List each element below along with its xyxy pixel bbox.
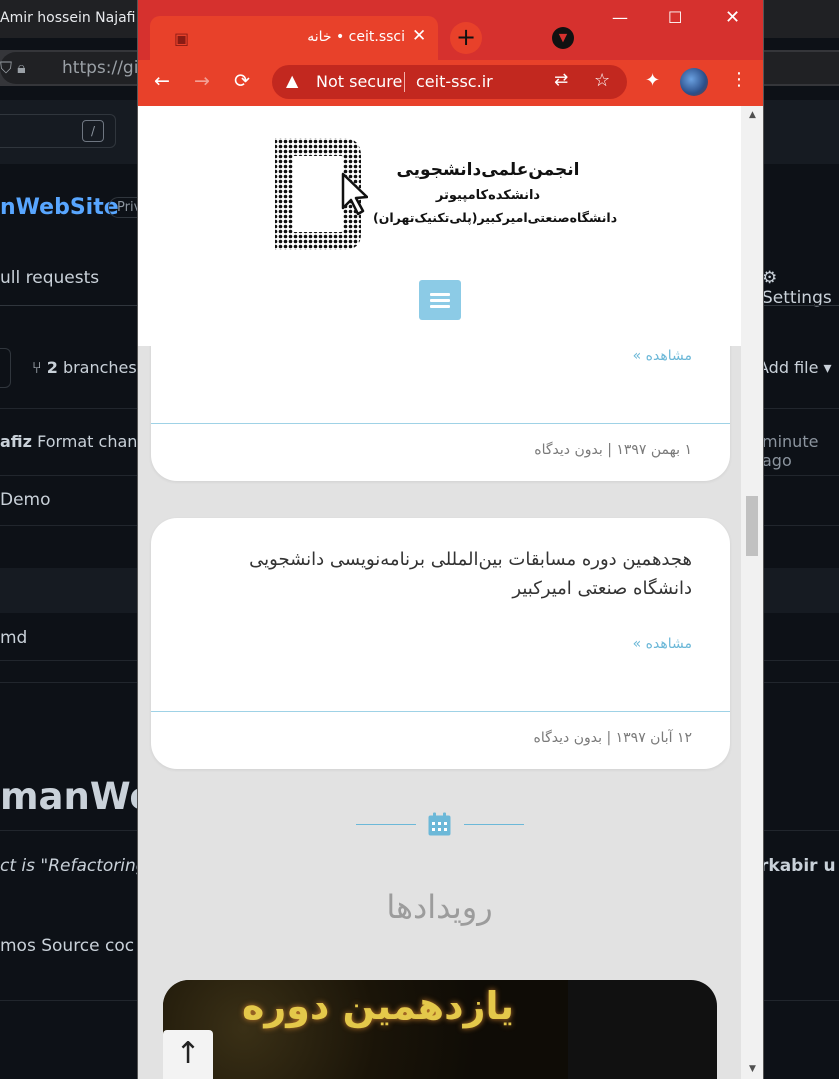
- tab-pull-requests[interactable]: ull requests: [0, 268, 99, 288]
- close-window-icon[interactable]: ✕: [725, 7, 740, 28]
- event-card[interactable]: یازدهمین دوره: [163, 980, 717, 1079]
- branches-count: 2: [46, 358, 58, 377]
- card-divider: [151, 711, 730, 712]
- url-text[interactable]: ceit-ssc.ir: [416, 72, 493, 91]
- event-image[interactable]: یازدهمین دوره: [163, 980, 568, 1079]
- warning-icon[interactable]: ▲: [286, 71, 298, 90]
- active-tab[interactable]: ▣ خانه • ceit.ssci ✕: [150, 16, 438, 60]
- hamburger-menu-button[interactable]: [419, 280, 461, 320]
- profile-avatar[interactable]: [680, 68, 708, 96]
- back-to-top-button[interactable]: ↑: [163, 1030, 213, 1079]
- scroll-up-arrow-icon[interactable]: ▲: [749, 110, 756, 120]
- file-row-md[interactable]: md: [0, 628, 27, 648]
- readme-demos: mos Source coc: [0, 936, 135, 956]
- address-bar[interactable]: ▲ Not secure ceit-ssc.ir ⇄ ☆: [272, 65, 627, 99]
- add-file-button[interactable]: Add file ▾: [758, 358, 832, 377]
- tab-settings[interactable]: ⚙ Settings: [762, 268, 839, 308]
- back-icon[interactable]: ←: [154, 70, 170, 92]
- background-tab-title[interactable]: Amir hossein Najafi z: [0, 10, 147, 26]
- maximize-icon[interactable]: ☐: [668, 8, 682, 27]
- latest-commit[interactable]: afiz Format chang: [0, 432, 148, 451]
- commit-author[interactable]: afiz: [0, 432, 32, 451]
- caret-down-icon: ▾: [823, 358, 832, 377]
- scroll-down-arrow-icon[interactable]: ▼: [749, 1064, 756, 1074]
- reload-icon[interactable]: ⟳: [234, 70, 250, 92]
- page-viewport: انجمن‌علمی‌دانشجویی دانشکده‌کامپیوتر دان…: [138, 106, 741, 1079]
- branches-label: branches: [62, 358, 137, 377]
- read-more-link[interactable]: مشاهده »: [633, 348, 692, 364]
- event-image-text: یازدهمین دوره: [241, 984, 515, 1028]
- section-divider-line: [356, 824, 416, 825]
- tab-close-icon[interactable]: ✕: [412, 26, 426, 46]
- site-header: انجمن‌علمی‌دانشجویی دانشکده‌کامپیوتر دان…: [138, 106, 741, 346]
- ssc-logo-icon[interactable]: [273, 134, 368, 254]
- branches-link[interactable]: ⑂ 2 branches: [32, 358, 137, 377]
- menu-bar-icon: [430, 293, 450, 296]
- page-scrollbar[interactable]: ▲ ▼: [741, 106, 763, 1079]
- forward-icon[interactable]: →: [194, 70, 210, 92]
- commit-time: minute ago: [762, 432, 819, 470]
- branch-icon: ⑂: [32, 358, 42, 377]
- post-card: هجدهمین دوره مسابقات بین‌المللی برنامه‌ن…: [151, 518, 730, 769]
- not-secure-label[interactable]: Not secure: [316, 72, 402, 91]
- read-more-link[interactable]: مشاهده »: [633, 636, 692, 652]
- post-title[interactable]: هجدهمین دوره مسابقات بین‌المللی برنامه‌ن…: [192, 545, 692, 603]
- logo-text-faculty: دانشکده‌کامپیوتر: [435, 188, 541, 203]
- card-divider: [151, 423, 730, 424]
- minimize-icon[interactable]: —: [612, 8, 628, 27]
- title-bar: ▣ خانه • ceit.ssci ✕ + ▼ — ☐ ✕: [138, 0, 763, 60]
- events-section-title: رویدادها: [386, 888, 493, 926]
- menu-bar-icon: [430, 299, 450, 302]
- commit-message[interactable]: Format chang: [37, 432, 148, 451]
- translate-icon[interactable]: ⇄: [554, 70, 568, 90]
- file-row-demo[interactable]: Demo: [0, 490, 51, 510]
- post-meta: ۱ بهمن ۱۳۹۷ | بدون دیدگاه: [534, 442, 692, 458]
- tab-search-icon[interactable]: ▼: [552, 27, 574, 49]
- menu-bar-icon: [430, 305, 450, 308]
- gear-icon: ⚙: [762, 268, 778, 288]
- branch-select[interactable]: [0, 348, 11, 388]
- calendar-icon: [428, 812, 451, 836]
- shield-icon: ⛉ 🔒︎: [0, 58, 26, 77]
- popup-browser-window: ▣ خانه • ceit.ssci ✕ + ▼ — ☐ ✕ ← → ⟳ ▲ N…: [137, 0, 764, 1079]
- add-file-label: Add file: [758, 358, 819, 377]
- background-url[interactable]: https://gi: [62, 58, 138, 78]
- extensions-puzzle-icon[interactable]: ✦: [645, 70, 660, 91]
- readme-description-right: rkabir u: [760, 856, 836, 876]
- search-shortcut-key: /: [82, 120, 104, 142]
- browser-toolbar: ← → ⟳ ▲ Not secure ceit-ssc.ir ⇄ ☆ ✦ ⋮: [138, 60, 763, 106]
- section-divider-line: [464, 824, 524, 825]
- tab-title: خانه • ceit.ssci: [307, 29, 405, 45]
- logo-text-university: دانشگاه‌صنعتی‌امیرکبیر(پلی‌تکنیک‌تهران): [373, 210, 618, 225]
- more-menu-icon[interactable]: ⋮: [730, 69, 748, 90]
- readme-description: ct is "Refactoring: [0, 856, 147, 876]
- new-tab-button[interactable]: +: [450, 22, 482, 54]
- bookmark-star-icon[interactable]: ☆: [594, 70, 610, 91]
- post-meta: ۱۲ آبان ۱۳۹۷ | بدون دیدگاه: [533, 730, 692, 746]
- repo-name[interactable]: nWebSite: [0, 195, 119, 220]
- logo-text-association: انجمن‌علمی‌دانشجویی: [396, 160, 580, 180]
- scrollbar-thumb[interactable]: [746, 496, 758, 556]
- omnibox-separator: [404, 72, 405, 92]
